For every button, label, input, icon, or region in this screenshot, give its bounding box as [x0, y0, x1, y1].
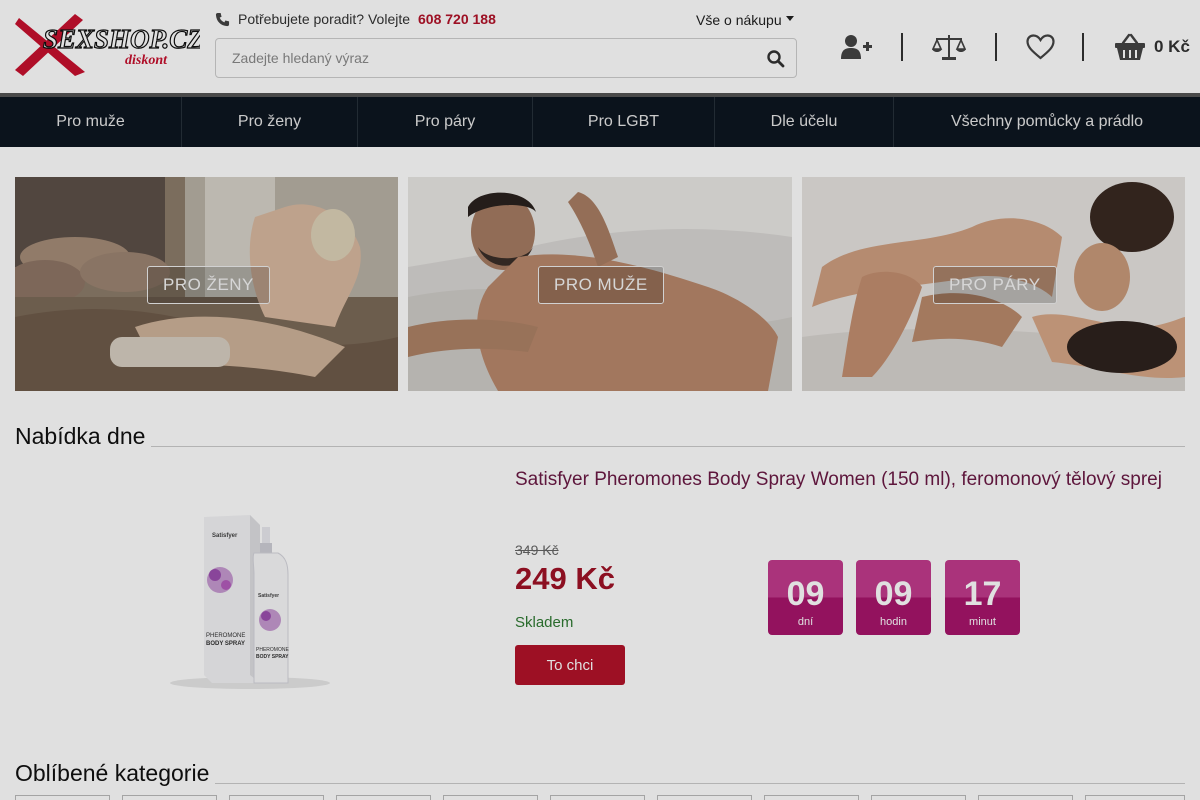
header-divider	[995, 33, 997, 61]
category-tile[interactable]	[764, 795, 859, 800]
nav-item-pro-pary[interactable]: Pro páry	[358, 97, 533, 147]
search-input[interactable]	[216, 39, 736, 77]
category-tile[interactable]	[978, 795, 1073, 800]
countdown-unit: hodin	[880, 616, 907, 628]
svg-text:PHEROMONE: PHEROMONE	[206, 633, 245, 639]
category-tile[interactable]	[1085, 795, 1185, 800]
shop-info-label: Vše o nákupu	[696, 12, 782, 28]
stock-status: Skladem	[515, 614, 574, 631]
nav-item-pro-lgbt[interactable]: Pro LGBT	[533, 97, 715, 147]
buy-button[interactable]: To chci	[515, 645, 625, 685]
categories-section-title: Oblíbené kategorie	[15, 760, 216, 787]
header-divider	[1082, 33, 1084, 61]
countdown-value: 17	[963, 575, 1002, 613]
svg-text:Satisfyer: Satisfyer	[258, 593, 279, 599]
banner-pro-muze[interactable]: PRO MUŽE	[408, 177, 792, 391]
main-nav: Pro muže Pro ženy Pro páry Pro LGBT Dle …	[0, 97, 1200, 147]
price: 249 Kč	[515, 561, 615, 596]
category-tile[interactable]	[550, 795, 645, 800]
compare-button[interactable]	[932, 30, 966, 64]
nav-item-pro-muze[interactable]: Pro muže	[0, 97, 182, 147]
nav-item-pro-zeny[interactable]: Pro ženy	[182, 97, 358, 147]
chevron-down-icon	[785, 15, 794, 21]
countdown-unit: minut	[969, 616, 996, 628]
help-line: Potřebujete poradit? Volejte 608 720 188	[215, 11, 496, 27]
countdown-unit: dní	[797, 616, 814, 628]
category-tile[interactable]	[336, 795, 431, 800]
category-tile[interactable]	[871, 795, 966, 800]
cart-button[interactable]: 0 Kč	[1114, 30, 1190, 64]
category-tile[interactable]	[443, 795, 538, 800]
category-tile[interactable]	[229, 795, 324, 800]
svg-text:diskont: diskont	[125, 53, 168, 68]
banner-pro-pary[interactable]: PRO PÁRY	[802, 177, 1185, 391]
phone-icon	[215, 12, 230, 26]
svg-text:Satisfyer: Satisfyer	[212, 533, 238, 539]
countdown-minutes: 17 minut	[945, 560, 1020, 635]
product-image[interactable]: Satisfyer PHEROMONE BODY SPRAY Satisfyer…	[160, 505, 330, 690]
help-text: Potřebujete poradit? Volejte	[238, 11, 411, 27]
wishlist-button[interactable]	[1026, 30, 1055, 64]
cart-total: 0 Kč	[1154, 37, 1190, 56]
site-header: SEXSHOP.CZ diskont Potřebujete poradit? …	[0, 0, 1200, 93]
banner-label: PRO ŽENY	[147, 266, 270, 304]
category-tile[interactable]	[15, 795, 110, 800]
svg-text:BODY SPRAY: BODY SPRAY	[256, 654, 289, 660]
offer-section-title: Nabídka dne	[15, 423, 152, 450]
svg-text:PHEROMONE: PHEROMONE	[256, 647, 289, 653]
product-title-link[interactable]: Satisfyer Pheromones Body Spray Women (1…	[515, 468, 1175, 492]
section-divider	[15, 446, 1185, 447]
heart-icon	[1026, 34, 1055, 60]
header-divider	[901, 33, 903, 61]
register-button[interactable]	[841, 30, 873, 64]
nav-item-vsechny[interactable]: Všechny pomůcky a prádlo	[894, 97, 1200, 147]
banner-label: PRO PÁRY	[933, 266, 1057, 304]
countdown-value: 09	[874, 575, 913, 613]
scales-icon	[932, 35, 966, 60]
countdown-value: 09	[786, 575, 825, 613]
svg-text:SEXSHOP.CZ: SEXSHOP.CZ	[43, 24, 200, 54]
site-logo[interactable]: SEXSHOP.CZ diskont	[15, 12, 200, 78]
banner-pro-zeny[interactable]: PRO ŽENY	[15, 177, 398, 391]
category-tile[interactable]	[657, 795, 752, 800]
search-icon[interactable]	[766, 49, 786, 69]
category-tile[interactable]	[122, 795, 217, 800]
old-price: 349 Kč	[515, 542, 559, 558]
basket-icon	[1115, 33, 1145, 60]
search-box	[215, 38, 797, 78]
phone-number[interactable]: 608 720 188	[418, 11, 496, 27]
svg-text:BODY SPRAY: BODY SPRAY	[206, 641, 245, 647]
countdown-days: 09 dní	[768, 560, 843, 635]
nav-item-dle-ucelu[interactable]: Dle účelu	[715, 97, 894, 147]
shop-info-dropdown[interactable]: Vše o nákupu	[696, 12, 794, 28]
add-user-icon	[841, 35, 872, 59]
banner-label: PRO MUŽE	[538, 266, 664, 304]
countdown-hours: 09 hodin	[856, 560, 931, 635]
